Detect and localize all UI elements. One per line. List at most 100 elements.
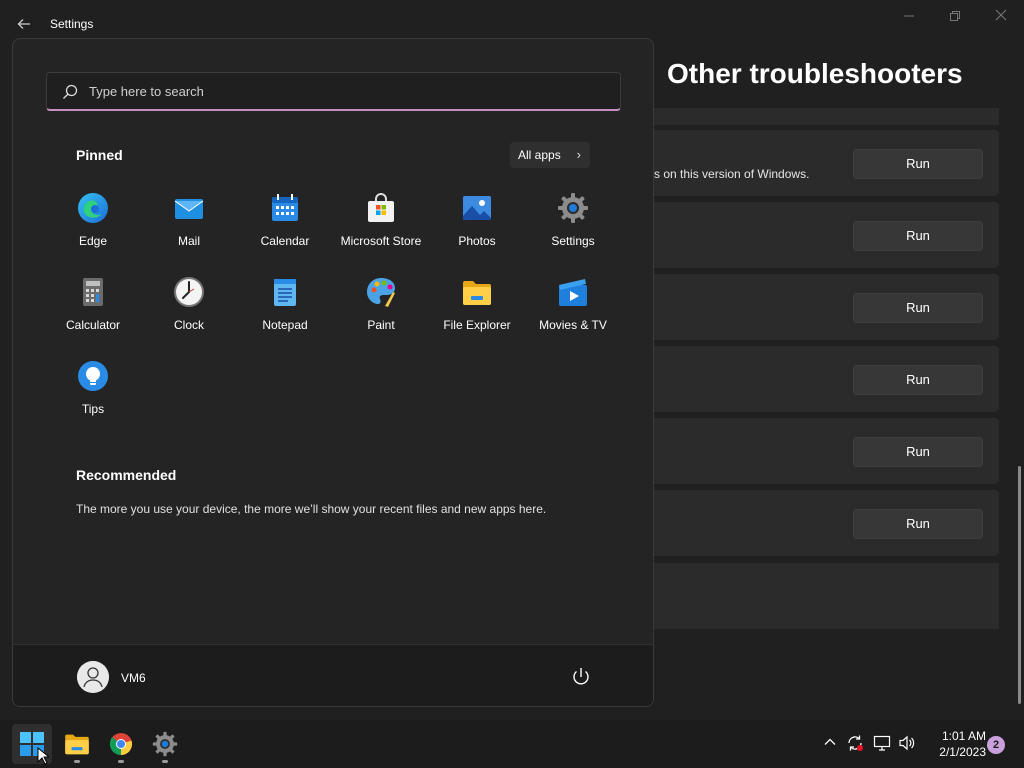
- store-icon: [368, 193, 394, 222]
- settings-gear-icon: [558, 193, 588, 223]
- calculator-icon: [83, 278, 103, 306]
- troubleshooter-card-empty: [654, 563, 999, 629]
- search-box[interactable]: [46, 72, 621, 111]
- movies-icon: [559, 279, 587, 306]
- clock-time: 1:01 AM: [941, 729, 986, 743]
- pinned-app-microsoft-store[interactable]: Microsoft Store: [333, 182, 429, 252]
- mail-icon: [174, 199, 204, 219]
- app-label: Settings: [551, 234, 595, 248]
- window-title: Settings: [50, 17, 94, 31]
- app-label: Microsoft Store: [340, 234, 422, 248]
- run-button[interactable]: Run: [853, 365, 983, 395]
- troubleshooter-card: Run: [654, 346, 999, 412]
- app-label: Paint: [367, 318, 395, 332]
- pinned-app-movies-tv[interactable]: Movies & TV: [525, 266, 621, 336]
- app-label: Tips: [81, 402, 105, 416]
- search-icon: [63, 84, 78, 99]
- chevron-up-icon: [824, 738, 836, 745]
- all-apps-label: All apps: [518, 148, 561, 162]
- sync-status-button[interactable]: [845, 734, 865, 754]
- mouse-cursor-icon: [37, 747, 49, 765]
- pinned-app-settings[interactable]: Settings: [525, 182, 621, 252]
- clock-icon: [174, 277, 204, 307]
- maximize-button[interactable]: [932, 6, 978, 28]
- network-button[interactable]: [872, 734, 892, 754]
- app-label: Calendar: [260, 234, 310, 248]
- user-account-button[interactable]: VM6: [69, 653, 189, 701]
- pinned-app-edge[interactable]: Edge: [45, 182, 141, 252]
- paint-icon: [367, 278, 395, 307]
- troubleshooter-card: s on this version of Windows. Run: [654, 130, 999, 196]
- show-hidden-icons-button[interactable]: [820, 734, 840, 754]
- taskbar-clock[interactable]: 1:01 AM 2/1/2023: [926, 728, 986, 760]
- calendar-icon: [272, 194, 298, 221]
- volume-button[interactable]: [897, 734, 917, 754]
- troubleshooter-card: Run: [654, 490, 999, 556]
- running-indicator: [118, 760, 124, 763]
- search-input[interactable]: [89, 73, 609, 110]
- photos-icon: [463, 196, 491, 220]
- app-label: Calculator: [65, 318, 121, 332]
- start-button[interactable]: [12, 724, 52, 765]
- troubleshooter-description: s on this version of Windows.: [654, 167, 810, 181]
- pinned-app-calculator[interactable]: Calculator: [45, 266, 141, 336]
- taskbar-chrome[interactable]: [101, 724, 141, 764]
- chevron-right-icon: ›: [576, 147, 581, 162]
- file-explorer-icon: [65, 734, 89, 755]
- recommended-empty-text: The more you use your device, the more w…: [76, 502, 547, 516]
- notepad-icon: [274, 279, 296, 306]
- pinned-app-tips[interactable]: Tips: [45, 350, 141, 420]
- back-button[interactable]: [12, 12, 36, 36]
- sync-icon: [848, 735, 863, 751]
- back-arrow-icon: [17, 19, 30, 29]
- app-label: Clock: [173, 318, 204, 332]
- settings-gear-icon: [152, 731, 178, 757]
- pinned-heading: Pinned: [76, 147, 123, 163]
- taskbar-settings[interactable]: [145, 724, 185, 764]
- notification-badge[interactable]: 2: [987, 736, 1005, 754]
- pinned-app-mail[interactable]: Mail: [141, 182, 237, 252]
- run-button[interactable]: Run: [853, 437, 983, 467]
- close-icon: [995, 9, 1007, 21]
- close-button[interactable]: [978, 6, 1024, 28]
- speaker-icon: [899, 735, 915, 751]
- pinned-app-notepad[interactable]: Notepad: [237, 266, 333, 336]
- taskbar: 1:01 AM 2/1/2023 2: [0, 720, 1024, 768]
- troubleshooter-card: Run: [654, 418, 999, 484]
- run-button[interactable]: Run: [853, 509, 983, 539]
- all-apps-button[interactable]: All apps ›: [510, 142, 590, 168]
- troubleshooter-card: Run: [654, 274, 999, 340]
- app-label: Edge: [78, 234, 108, 248]
- pinned-app-calendar[interactable]: Calendar: [237, 182, 333, 252]
- run-button[interactable]: Run: [853, 149, 983, 179]
- app-label: Mail: [177, 234, 200, 248]
- troubleshooter-card: Run: [654, 202, 999, 268]
- pinned-app-clock[interactable]: Clock: [141, 266, 237, 336]
- restore-icon: [950, 11, 960, 21]
- app-label: Movies & TV: [539, 318, 607, 332]
- taskbar-file-explorer[interactable]: [57, 724, 97, 764]
- clock-date: 2/1/2023: [939, 745, 986, 759]
- page-heading: Other troubleshooters: [667, 58, 963, 89]
- scrollbar-thumb[interactable]: [1018, 466, 1021, 704]
- pinned-app-file-explorer[interactable]: File Explorer: [429, 266, 525, 336]
- power-icon[interactable]: [569, 665, 593, 689]
- network-icon: [873, 735, 891, 751]
- troubleshooter-card-partial: [654, 108, 999, 125]
- tips-lightbulb-icon: [78, 361, 108, 391]
- user-name: VM6: [121, 671, 146, 685]
- app-label: Notepad: [262, 318, 308, 332]
- chrome-icon: [109, 733, 133, 756]
- minimize-button[interactable]: [886, 6, 932, 28]
- avatar-icon: [77, 661, 109, 693]
- pinned-app-photos[interactable]: Photos: [429, 182, 525, 252]
- minimize-icon: [904, 15, 914, 17]
- app-label: File Explorer: [443, 318, 511, 332]
- run-button[interactable]: Run: [853, 293, 983, 323]
- running-indicator: [162, 760, 168, 763]
- pinned-app-paint[interactable]: Paint: [333, 266, 429, 336]
- start-menu: Pinned All apps › Edge Mail Calendar: [12, 38, 654, 707]
- app-label: Photos: [458, 234, 496, 248]
- edge-icon: [78, 193, 108, 223]
- run-button[interactable]: Run: [853, 221, 983, 251]
